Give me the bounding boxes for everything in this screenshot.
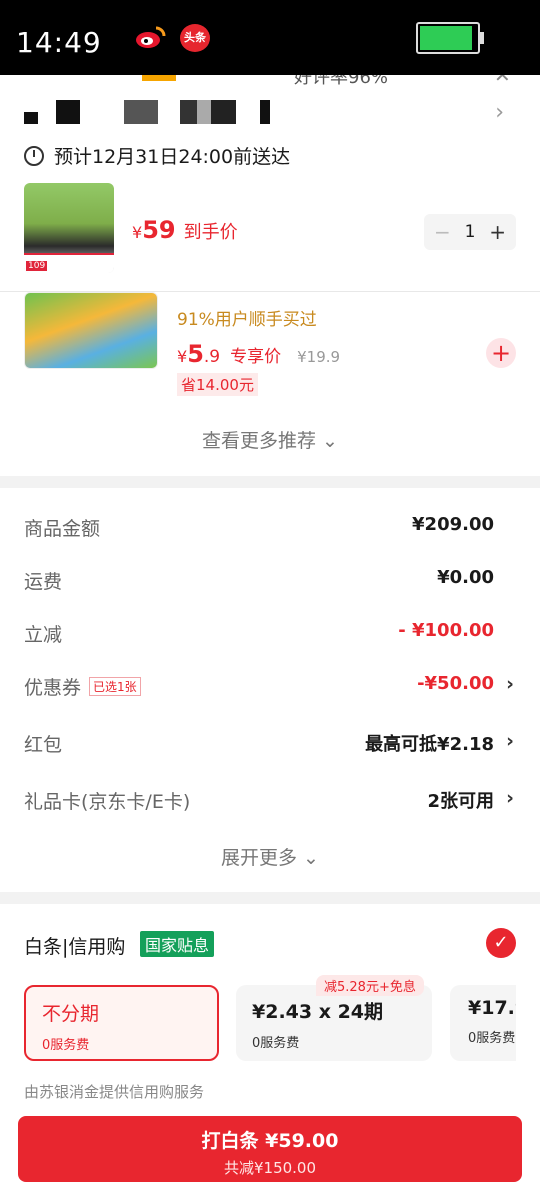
saving-badge: 省14.00元 <box>177 373 258 396</box>
status-time: 14:49 <box>16 26 102 59</box>
coupon-row[interactable]: 优惠券 已选1张 -¥50.00 › <box>24 673 518 703</box>
more-recommendations-link[interactable]: 查看更多推荐 ⌄ <box>0 426 540 453</box>
discount-row: 立减 - ¥100.00 <box>24 620 494 646</box>
promo-badge: 减5.28元+免息 <box>316 975 424 996</box>
chevron-right-icon: › <box>506 673 514 695</box>
toutiao-icon: 头条 <box>180 24 210 52</box>
clock-icon <box>24 145 44 166</box>
checkmark-icon[interactable]: ✓ <box>486 928 516 958</box>
giftcard-row[interactable]: 礼品卡(京东卡/E卡) 2张可用 › <box>24 787 518 817</box>
expand-more-link[interactable]: 展开更多 ⌄ <box>0 843 540 870</box>
redpacket-row[interactable]: 红包 最高可抵¥2.18 › <box>24 730 518 760</box>
previous-section-peek: 好评率96% ✕ <box>0 75 540 93</box>
rating-text: 好评率96% <box>294 75 389 88</box>
close-icon[interactable]: ✕ <box>494 75 511 87</box>
subsidy-tag: 国家贴息 <box>140 931 215 957</box>
baitiao-title: 白条|信用购 <box>24 936 126 958</box>
product-thumbnail[interactable]: 109 <box>24 183 114 273</box>
plan-option[interactable]: ¥17.9 0服务费 <box>450 985 516 1061</box>
recommendation-title: 91%用户顺手买过 <box>177 310 317 330</box>
price-label: 到手价 <box>183 222 238 243</box>
checkout-button[interactable]: 打白条 ¥59.00 共减¥150.00 <box>18 1116 522 1182</box>
chevron-right-icon: › <box>506 787 514 809</box>
chevron-right-icon: › <box>506 730 514 752</box>
quantity-value[interactable]: 1 <box>465 222 476 242</box>
price-value: 59 <box>142 216 176 244</box>
product-price: ¥59 到手价 <box>132 216 238 244</box>
thumb-price-tag: 109 <box>26 261 48 271</box>
weibo-icon <box>136 26 166 48</box>
minus-icon[interactable]: − <box>434 220 451 244</box>
goods-amount-row: 商品金额 ¥209.00 <box>24 514 494 540</box>
battery-level <box>420 26 472 50</box>
plan-option[interactable]: ¥2.43 x 24期 0服务费 <box>236 985 432 1061</box>
provider-note: 由苏银消金提供信用购服务 <box>24 1083 205 1101</box>
coupon-badge: 已选1张 <box>89 677 141 696</box>
plus-icon[interactable]: + <box>489 220 506 244</box>
chevron-right-icon: › <box>495 100 504 125</box>
eta-text: 预计12月31日24:00前送达 <box>54 146 291 168</box>
installment-plans: 不分期 0服务费 ¥2.43 x 24期 0服务费 ¥17.9 0服务费 <box>24 985 516 1061</box>
add-recommendation-button[interactable]: + <box>486 338 516 368</box>
battery-icon <box>416 22 484 54</box>
address-row[interactable]: › <box>24 98 504 126</box>
quantity-stepper: − 1 + <box>424 214 516 250</box>
delivery-eta: 预计12月31日24:00前送达 <box>24 142 290 169</box>
original-price: ¥19.9 <box>297 348 341 366</box>
status-bar: 14:49 头条 <box>0 0 540 75</box>
recommendation-price: ¥5.9 专享价 ¥19.9 <box>177 340 341 368</box>
plan-option[interactable]: 不分期 0服务费 <box>24 985 219 1061</box>
shipping-row: 运费 ¥0.00 <box>24 567 494 593</box>
recommended-product-thumbnail[interactable] <box>24 292 158 369</box>
